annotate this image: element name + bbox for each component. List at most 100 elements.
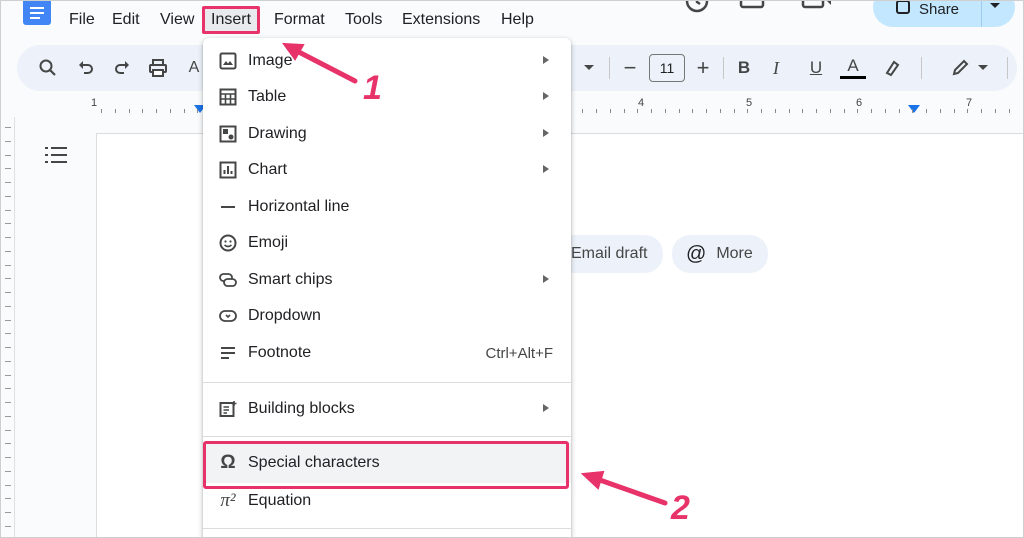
menu-item-label: Dropdown [248, 307, 321, 324]
meet-icon[interactable] [801, 0, 845, 17]
image-icon [219, 52, 237, 70]
insert-horizontal-line-item[interactable]: Horizontal line [203, 189, 571, 225]
font-dropdown-icon[interactable] [583, 64, 595, 72]
menu-view[interactable]: View [160, 11, 194, 29]
document-outline-icon[interactable] [45, 146, 67, 164]
menu-divider [203, 436, 571, 437]
menu-help[interactable]: Help [501, 11, 534, 29]
editing-mode-dropdown-icon[interactable] [977, 64, 989, 72]
ruler-tick [582, 109, 584, 113]
ruler-tick [871, 109, 872, 113]
ruler-tick [197, 109, 199, 113]
ruler-tick [5, 127, 11, 128]
ruler-tick [156, 109, 157, 113]
ruler-number: 7 [966, 97, 973, 109]
ruler-tick [953, 109, 955, 113]
share-button[interactable]: Share [873, 1, 1015, 27]
history-icon[interactable] [684, 0, 710, 17]
ruler-tick [5, 237, 11, 238]
ruler-tick [5, 415, 11, 417]
ruler-tick [5, 319, 11, 321]
insert-table-item[interactable]: Table [203, 79, 571, 115]
insert-dropdown-item[interactable]: Dropdown [203, 298, 571, 334]
ruler-tick [5, 140, 11, 142]
ruler-tick [5, 223, 11, 225]
search-menus-icon[interactable] [35, 55, 61, 81]
ruler-tick [5, 305, 11, 307]
ruler-tick [5, 374, 11, 376]
font-size-input[interactable]: 11 [649, 54, 685, 82]
ruler-tick [651, 109, 652, 113]
ruler-tick [5, 484, 11, 486]
menu-tools[interactable]: Tools [345, 11, 382, 29]
bold-button[interactable]: B [731, 55, 757, 81]
ruler-tick [788, 109, 790, 113]
ruler-tick [5, 498, 11, 500]
share-label: Share [919, 1, 960, 18]
decrease-font-size-icon[interactable]: − [617, 55, 643, 81]
insert-building-blocks-item[interactable]: Building blocks [203, 391, 571, 427]
ruler-tick [1008, 109, 1010, 113]
ruler-tick [733, 109, 735, 113]
pi-icon: π² [220, 490, 236, 511]
ruler-tick [747, 109, 749, 113]
menu-file[interactable]: File [69, 11, 95, 29]
docs-logo-icon[interactable] [23, 1, 51, 25]
ruler-tick [926, 109, 927, 113]
comments-icon[interactable] [739, 0, 765, 17]
lock-icon [896, 1, 910, 14]
ruler-tick [706, 109, 707, 113]
undo-icon[interactable] [73, 55, 99, 81]
redo-icon[interactable] [109, 55, 135, 81]
underline-button[interactable]: U [803, 55, 829, 81]
submenu-arrow-icon [543, 129, 549, 137]
ruler-tick [829, 109, 831, 113]
ruler-number: 4 [638, 97, 645, 109]
ruler-tick [5, 470, 11, 472]
menu-edit[interactable]: Edit [112, 11, 140, 29]
footnote-icon [219, 344, 237, 362]
email-draft-label: Email draft [571, 245, 648, 262]
ruler-tick [623, 109, 625, 113]
text-color-button[interactable]: A [840, 55, 866, 79]
insert-drawing-item[interactable]: Drawing [203, 116, 571, 152]
insert-image-item[interactable]: Image [203, 43, 571, 79]
highlight-color-icon[interactable] [879, 55, 905, 81]
menu-format[interactable]: Format [274, 11, 325, 29]
menu-item-label: Table [248, 88, 287, 105]
ruler-tick [939, 109, 941, 113]
ruler-tick [5, 525, 11, 527]
ruler-tick [5, 154, 11, 156]
insert-emoji-item[interactable]: Emoji [203, 225, 571, 261]
ruler-tick [128, 109, 130, 113]
ruler-tick [5, 443, 11, 445]
ruler-tick [912, 109, 914, 113]
ruler-tick [678, 109, 680, 113]
menu-extensions[interactable]: Extensions [402, 11, 480, 29]
right-indent-marker[interactable] [908, 105, 920, 113]
insert-footnote-item[interactable]: Footnote Ctrl+Alt+F [203, 335, 571, 371]
ruler-tick [664, 109, 666, 113]
google-docs-window: File Edit View Insert Format Tools Exten… [0, 0, 1024, 538]
menu-divider [203, 382, 571, 383]
menu-insert[interactable]: Insert [202, 6, 261, 34]
ruler-tick [5, 264, 11, 266]
increase-font-size-icon[interactable]: + [690, 55, 716, 81]
ruler-tick [101, 109, 102, 113]
ruler-tick [169, 109, 171, 113]
vertical-ruler[interactable] [1, 117, 15, 537]
print-icon[interactable] [145, 55, 171, 81]
ruler-tick [5, 250, 11, 252]
share-dropdown-icon[interactable] [989, 1, 1001, 11]
menu-item-label: Chart [248, 161, 288, 178]
smart-chips-icon [219, 271, 237, 289]
more-chip[interactable]: @ More [672, 235, 768, 273]
editing-mode-icon[interactable] [947, 55, 973, 81]
ruler-tick [884, 109, 886, 113]
special-characters-highlight [203, 441, 569, 489]
italic-button[interactable]: I [763, 55, 789, 81]
insert-chart-item[interactable]: Chart [203, 152, 571, 188]
insert-smart-chips-item[interactable]: Smart chips [203, 262, 571, 298]
ruler-number: 5 [746, 97, 753, 109]
ruler-tick [692, 109, 694, 113]
